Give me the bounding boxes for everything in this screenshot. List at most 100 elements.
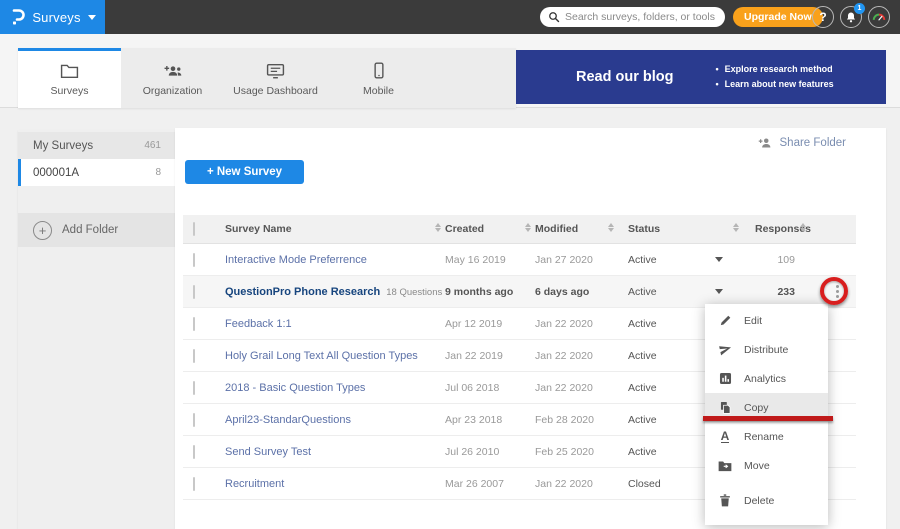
folder-label: My Surveys — [33, 140, 93, 152]
add-folder-button[interactable]: + Add Folder — [18, 213, 175, 247]
upgrade-now-button[interactable]: Upgrade Now — [733, 7, 823, 27]
notification-badge: 1 — [854, 3, 865, 14]
share-folder-label: Share Folder — [780, 137, 846, 149]
status-cell: Active — [628, 286, 715, 298]
menu-item-distribute[interactable]: Distribute — [705, 335, 828, 364]
sort-icon[interactable] — [525, 223, 531, 232]
help-label: ? — [819, 10, 826, 24]
menu-item-delete[interactable]: Delete — [705, 486, 828, 515]
sort-icon[interactable] — [733, 223, 739, 232]
tab-mobile[interactable]: Mobile — [327, 48, 430, 108]
modified-cell: Jan 22 2020 — [535, 478, 628, 490]
trash-icon — [718, 494, 732, 507]
status-cell: Active — [628, 318, 715, 330]
survey-name-link[interactable]: Recruitment — [225, 478, 445, 490]
survey-name-link[interactable]: Send Survey Test — [225, 446, 445, 458]
sort-icon[interactable] — [608, 223, 614, 232]
select-all-checkbox[interactable] — [193, 222, 195, 236]
tab-label: Surveys — [51, 85, 89, 97]
column-header-status[interactable]: Status — [628, 223, 715, 235]
table-header-row: Survey Name Created Modified Status Resp… — [183, 215, 856, 244]
row-checkbox[interactable] — [193, 381, 195, 395]
column-header-modified[interactable]: Modified — [535, 223, 628, 235]
modified-cell: Jan 27 2020 — [535, 254, 628, 266]
app-name: Surveys — [32, 10, 80, 25]
row-checkbox[interactable] — [193, 349, 195, 363]
smartphone-icon — [373, 62, 385, 79]
menu-item-label: Distribute — [744, 344, 788, 356]
menu-item-edit[interactable]: Edit — [705, 306, 828, 335]
row-checkbox[interactable] — [193, 253, 195, 267]
app-switcher[interactable]: Surveys — [0, 0, 105, 34]
column-header-survey-name[interactable]: Survey Name — [225, 223, 445, 235]
created-cell: May 16 2019 — [445, 254, 535, 266]
folders-sidebar: My Surveys 461 000001A 8 + Add Folder — [18, 130, 175, 529]
blog-bullet: Explore research method — [715, 62, 833, 77]
tab-surveys[interactable]: Surveys — [18, 48, 121, 108]
row-checkbox[interactable] — [193, 413, 195, 427]
sort-icon[interactable] — [435, 223, 441, 232]
survey-name-link[interactable]: 2018 - Basic Question Types — [225, 382, 445, 394]
sort-icon[interactable] — [800, 223, 806, 232]
menu-item-label: Move — [744, 460, 770, 472]
table-row: Interactive Mode Preferrence May 16 2019… — [183, 244, 856, 276]
share-folder-link[interactable]: Share Folder — [758, 137, 846, 149]
status-dropdown-caret[interactable] — [715, 257, 723, 262]
folder-label: 000001A — [33, 167, 79, 179]
sidebar-item-my-surveys[interactable]: My Surveys 461 — [18, 132, 175, 159]
menu-item-label: Delete — [744, 495, 774, 507]
row-actions-context-menu: Edit Distribute Analytics Copy A Rename — [705, 304, 828, 525]
responses-cell: 233 — [745, 286, 820, 298]
column-header-created[interactable]: Created — [445, 223, 535, 235]
modified-cell: 6 days ago — [535, 286, 628, 298]
column-header-responses[interactable]: Responses — [745, 223, 820, 235]
status-cell: Active — [628, 350, 715, 362]
modified-cell: Jan 22 2020 — [535, 382, 628, 394]
tab-label: Organization — [143, 85, 203, 97]
search-input[interactable] — [565, 11, 717, 23]
tab-organization[interactable]: Organization — [121, 48, 224, 108]
survey-name-link[interactable]: Feedback 1:1 — [225, 318, 445, 330]
tab-filler — [430, 48, 516, 108]
rename-icon: A — [718, 430, 732, 443]
row-checkbox[interactable] — [193, 445, 195, 459]
tab-strip: Surveys Organization Usage Dashboard — [0, 34, 900, 108]
created-cell: Apr 23 2018 — [445, 414, 535, 426]
new-survey-button[interactable]: + New Survey — [185, 160, 304, 184]
survey-name-link[interactable]: April23-StandarQuestions — [225, 414, 445, 426]
questionpro-logo-icon — [9, 8, 25, 26]
row-checkbox[interactable] — [193, 285, 195, 299]
row-checkbox[interactable] — [193, 477, 195, 491]
gauge-icon — [872, 11, 886, 23]
usage-gauge-button[interactable] — [868, 6, 890, 28]
status-dropdown-caret[interactable] — [715, 289, 723, 294]
created-cell: Jul 26 2010 — [445, 446, 535, 458]
survey-name-link[interactable]: QuestionPro Phone Research 18 Questions — [225, 286, 445, 298]
menu-item-move[interactable]: Move — [705, 451, 828, 480]
pencil-icon — [718, 314, 732, 327]
survey-name-link[interactable]: Interactive Mode Preferrence — [225, 254, 445, 266]
survey-name-link[interactable]: Holy Grail Long Text All Question Types — [225, 350, 445, 362]
notifications-button[interactable]: 1 — [840, 6, 862, 28]
paper-plane-icon — [718, 343, 732, 356]
folder-move-icon — [718, 460, 732, 472]
sidebar-item-000001a[interactable]: 000001A 8 — [18, 159, 175, 186]
modified-cell: Jan 22 2020 — [535, 350, 628, 362]
menu-item-rename[interactable]: A Rename — [705, 422, 828, 451]
blog-bullet: Learn about new features — [715, 77, 833, 92]
question-count-badge: 18 Questions — [386, 287, 442, 298]
menu-item-label: Edit — [744, 315, 762, 327]
dashboard-icon — [266, 63, 285, 79]
status-cell: Active — [628, 414, 715, 426]
tab-usage-dashboard[interactable]: Usage Dashboard — [224, 48, 327, 108]
copy-icon — [718, 401, 732, 414]
global-search[interactable] — [540, 7, 725, 27]
modified-cell: Feb 28 2020 — [535, 414, 628, 426]
menu-item-label: Copy — [744, 402, 769, 414]
blog-banner[interactable]: Read our blog Explore research method Le… — [516, 50, 886, 104]
row-checkbox[interactable] — [193, 317, 195, 331]
tab-label: Usage Dashboard — [233, 85, 318, 97]
help-button[interactable]: ? — [812, 6, 834, 28]
menu-item-analytics[interactable]: Analytics — [705, 364, 828, 393]
survey-name-text: QuestionPro Phone Research — [225, 286, 380, 298]
